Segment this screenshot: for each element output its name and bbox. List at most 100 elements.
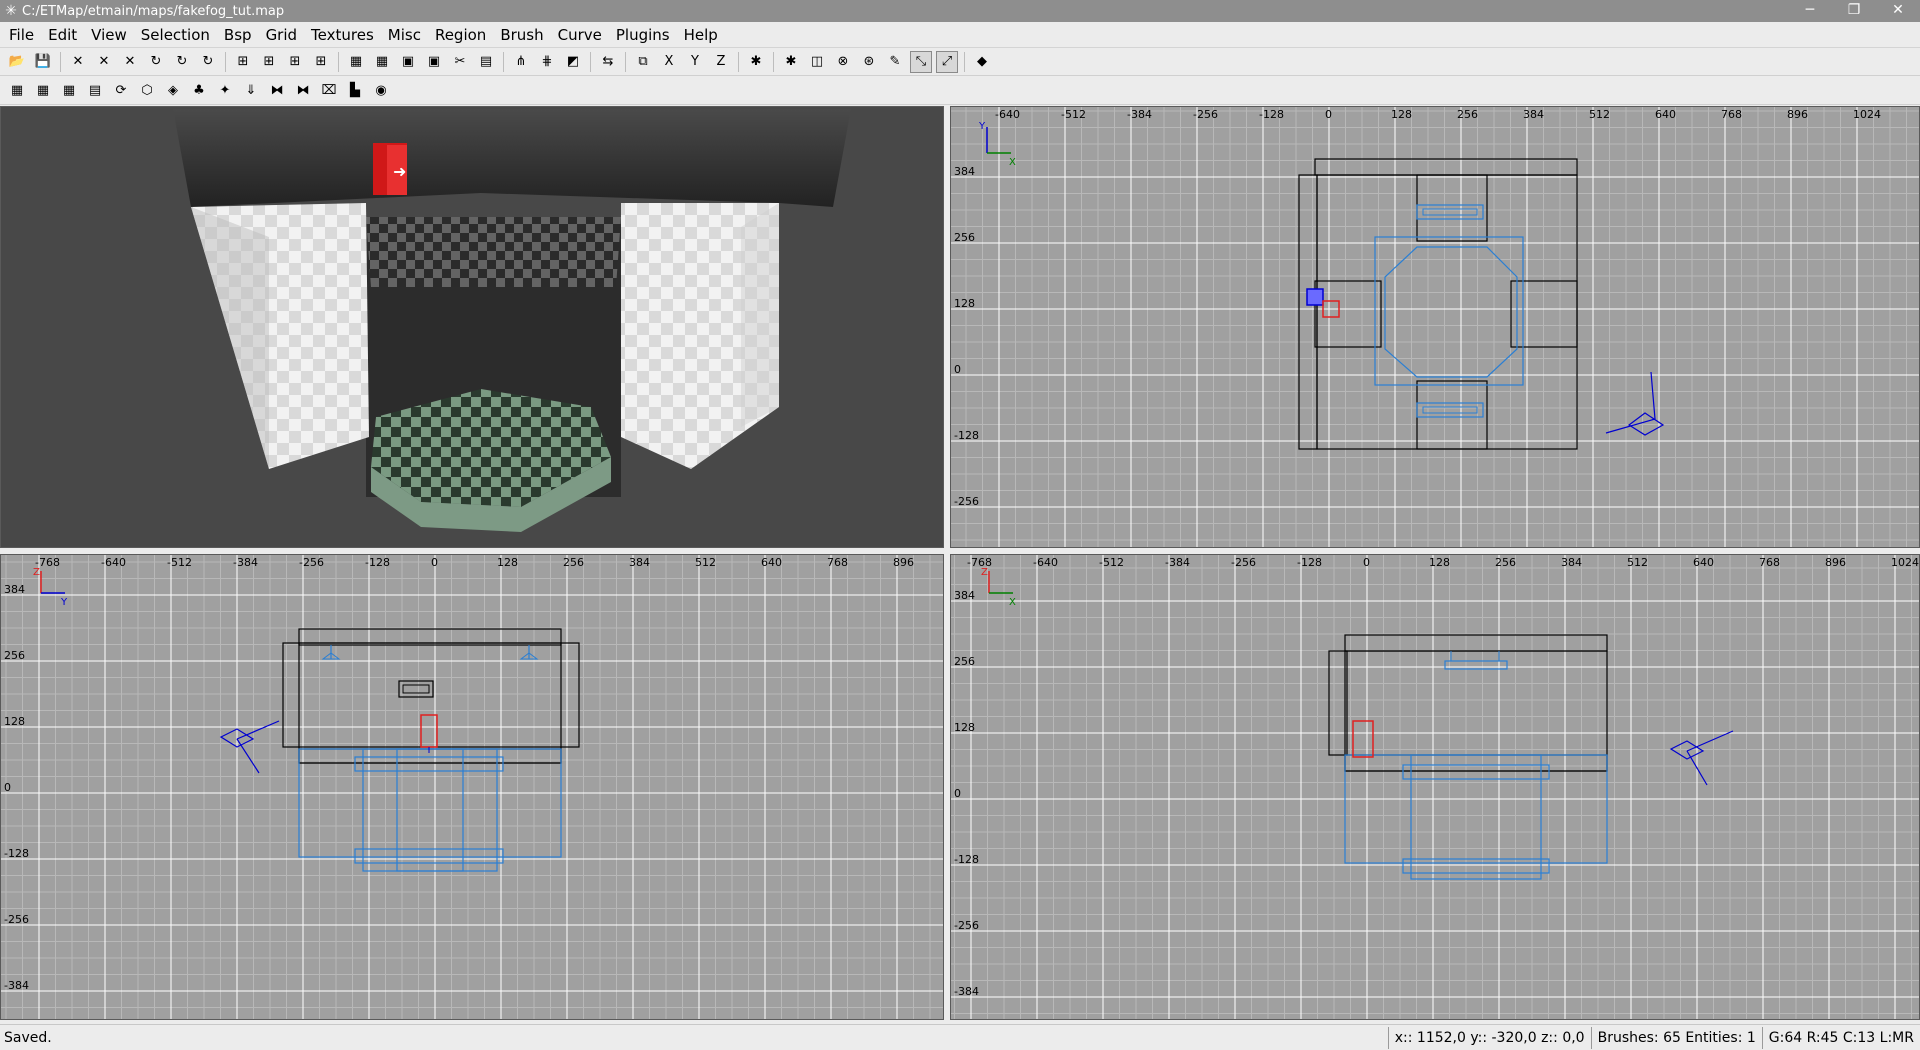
make-room-button[interactable]: ▣ [423, 51, 445, 73]
select-inside-button[interactable]: ⊞ [310, 51, 332, 73]
top-xy-view[interactable]: -640 -512 -384 -256 -128 0 128 256 384 512 640 768 8… [950, 106, 1920, 548]
camera-button[interactable]: ◩ [562, 51, 584, 73]
x-tick-label: -640 [995, 108, 1020, 121]
show-entities-button[interactable]: ✱ [745, 51, 767, 73]
save-button[interactable]: 💾 [32, 51, 54, 73]
side-yz-view[interactable]: -768 -640 -512 -384 -256 -128 0 128 256 384 512 640… [0, 554, 944, 1020]
menu-textures[interactable]: Textures [304, 22, 381, 48]
brush-filter-icon: ▦ [10, 83, 24, 98]
terrain-icon: ▙ [350, 83, 360, 98]
y-axis-label: Y [978, 121, 986, 132]
menu-brush[interactable]: Brush [493, 22, 550, 48]
patch-bend-button[interactable]: ⋔ [510, 51, 532, 73]
rotate-z-button[interactable]: ↻ [197, 51, 219, 73]
cursor-coordinates: x:: 1152,0 y:: -320,0 z:: 0,0 [1387, 1026, 1591, 1049]
patch-weld-button[interactable]: ⊗ [832, 51, 854, 73]
terrain-button[interactable]: ▙ [344, 80, 366, 102]
csg-merge-button[interactable]: ▦ [371, 51, 393, 73]
select-partial-tall-button[interactable]: ⊞ [284, 51, 306, 73]
select-touching-button[interactable]: ⊞ [258, 51, 280, 73]
front-xz-view[interactable]: -768 -640 -512 -384 -256 -128 0 128 256 384 512 640… [950, 554, 1920, 1020]
view-x-button[interactable]: X [658, 51, 680, 73]
hexagon-icon: ⬡ [141, 83, 153, 98]
texture-lock-button[interactable]: ▤ [475, 51, 497, 73]
change-views-button[interactable]: ⇆ [597, 51, 619, 73]
csg-subtract-button[interactable]: ▦ [345, 51, 367, 73]
globe-button[interactable]: ◉ [370, 80, 392, 102]
view-y-icon: Y [691, 54, 699, 69]
x-tick-label: -512 [1099, 556, 1124, 569]
tree-button[interactable]: ♣ [188, 80, 210, 102]
patch-tessellate-button[interactable]: ✱ [780, 51, 802, 73]
grid-status: G:64 R:45 C:13 L:MR [1761, 1026, 1920, 1049]
toolbar-separator [625, 51, 626, 72]
x-tick-label: 384 [1561, 556, 1582, 569]
open-folder-button[interactable]: 📂 [6, 51, 28, 73]
make-hollow-button[interactable]: ▣ [397, 51, 419, 73]
refresh-button[interactable]: ⟳ [110, 80, 132, 102]
entity-bug-button[interactable]: ✦ [214, 80, 236, 102]
menu-curve[interactable]: Curve [551, 22, 609, 48]
arrow-down-button[interactable]: ⇓ [240, 80, 262, 102]
select-complete-tall-button[interactable]: ⊞ [232, 51, 254, 73]
patch-paint-button[interactable]: ✎ [884, 51, 906, 73]
mirror-icon: ⧓ [270, 83, 284, 98]
y-tick-label: 384 [4, 583, 25, 596]
brush-filter-button[interactable]: ▦ [6, 80, 28, 102]
texture-fit-button[interactable]: ▤ [84, 80, 106, 102]
menu-grid[interactable]: Grid [259, 22, 304, 48]
x-axis-label: X [1009, 157, 1016, 168]
minimize-button[interactable]: ─ [1788, 0, 1832, 22]
camera-3d-view[interactable]: ➜ [0, 106, 944, 548]
svg-text:➜: ➜ [393, 162, 406, 181]
y-tick-label: 256 [4, 649, 25, 662]
menu-view[interactable]: View [84, 22, 134, 48]
shader-button[interactable]: ◈ [162, 80, 184, 102]
cube-clip-button[interactable]: ⧉ [632, 51, 654, 73]
bend-mode-icon: ⤡ [915, 54, 927, 69]
view-z-button[interactable]: Z [710, 51, 732, 73]
rotate-y-button[interactable]: ↻ [171, 51, 193, 73]
x-tick-label: 512 [1627, 556, 1648, 569]
camera-render: ➜ [1, 107, 943, 547]
menu-bsp[interactable]: Bsp [217, 22, 259, 48]
view-y-button[interactable]: Y [684, 51, 706, 73]
drag-edges-button[interactable]: ⤢ [936, 50, 958, 73]
menu-plugins[interactable]: Plugins [609, 22, 677, 48]
flip-z-button[interactable]: ✕ [119, 51, 141, 73]
menu-misc[interactable]: Misc [381, 22, 428, 48]
bend-mode-button[interactable]: ⤡ [910, 50, 932, 73]
crop-button[interactable]: ⌧ [318, 80, 340, 102]
x-tick-label: -512 [167, 556, 192, 569]
clipper-button[interactable]: ✂ [449, 51, 471, 73]
y-tick-label: 128 [954, 297, 975, 310]
mirror-2-button[interactable]: ⧓ [292, 80, 314, 102]
menu-edit[interactable]: Edit [41, 22, 84, 48]
mirror-button[interactable]: ⧓ [266, 80, 288, 102]
plugin-icon: ◆ [977, 54, 987, 69]
menu-region[interactable]: Region [428, 22, 493, 48]
flip-x-button[interactable]: ✕ [67, 51, 89, 73]
menu-selection[interactable]: Selection [134, 22, 217, 48]
camera-icon: ◩ [566, 54, 580, 69]
flip-y-button[interactable]: ✕ [93, 51, 115, 73]
patch-cap-button[interactable]: ◫ [806, 51, 828, 73]
y-tick-label: -128 [4, 847, 29, 860]
rotate-x-button[interactable]: ↻ [145, 51, 167, 73]
brush-filter-2-button[interactable]: ▦ [32, 80, 54, 102]
restore-button[interactable]: ❐ [1832, 0, 1876, 22]
y-tick-label: -384 [4, 979, 29, 992]
brush-filter-3-button[interactable]: ▦ [58, 80, 80, 102]
menu-file[interactable]: File [2, 22, 41, 48]
close-button[interactable]: ✕ [1876, 0, 1920, 22]
x-tick-label: 128 [1391, 108, 1412, 121]
hexagon-button[interactable]: ⬡ [136, 80, 158, 102]
toolbar-separator [773, 51, 774, 72]
plugin-button[interactable]: ◆ [971, 51, 993, 73]
patch-paint-icon: ✎ [889, 54, 901, 69]
texture-lock-icon: ▤ [479, 54, 493, 69]
patch-drill-button[interactable]: ⊛ [858, 51, 880, 73]
menu-help[interactable]: Help [677, 22, 725, 48]
save-icon: 💾 [34, 54, 52, 69]
patch-insdel-button[interactable]: ⋕ [536, 51, 558, 73]
